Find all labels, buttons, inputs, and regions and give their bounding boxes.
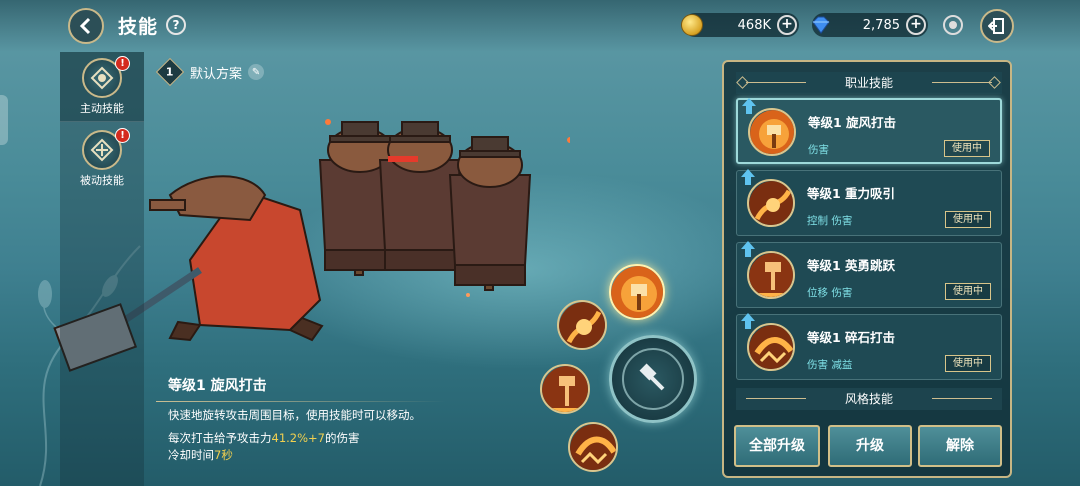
wheel-slot-whirlwind[interactable] <box>609 264 665 320</box>
gold-coin-icon <box>681 14 703 36</box>
gold-amount: 468K <box>737 17 771 33</box>
upgrade-button[interactable]: 升级 <box>828 425 912 467</box>
skill-tags: 伤害 减益 <box>807 359 853 371</box>
back-button[interactable] <box>68 8 104 44</box>
wheel-slot-rock-smash[interactable] <box>568 422 618 472</box>
leap-skill-icon <box>747 251 795 299</box>
settings-icon[interactable] <box>943 15 963 35</box>
tab-label: 主动技能 <box>80 102 124 115</box>
gravity-skill-icon <box>747 179 795 227</box>
page-title: 技能 <box>118 16 159 38</box>
skill-name: 等级1 重力吸引 <box>807 186 896 201</box>
gold-counter: 468K + <box>681 13 799 37</box>
tab-label: 被动技能 <box>80 174 124 187</box>
skill-card-whirlwind[interactable]: 等级1 旋风打击 伤害 使用中 <box>736 98 1002 164</box>
hammer-icon <box>639 363 665 391</box>
upgrade-arrow-icon <box>742 98 756 114</box>
in-use-badge: 使用中 <box>945 355 991 372</box>
skill-name: 等级1 英勇跳跃 <box>807 258 896 273</box>
skill-cooldown-line: 冷却时间7秒 <box>168 448 233 462</box>
upgrade-arrow-icon <box>741 313 755 329</box>
skill-damage-line: 每次打击给予攻击力41.2%+7的伤害 <box>168 431 360 445</box>
basic-attack-button[interactable] <box>609 335 697 423</box>
notification-badge: ! <box>115 56 130 71</box>
skill-card-gravity[interactable]: 等级1 重力吸引 控制 伤害 使用中 <box>736 169 1002 236</box>
upgrade-arrow-icon <box>741 169 755 185</box>
style-skills-header: 风格技能 <box>736 388 1002 410</box>
skill-name: 等级1 旋风打击 <box>808 115 897 130</box>
gem-amount: 2,785 <box>862 17 900 33</box>
skill-category-tabs: ! 主动技能 ! 被动技能 <box>60 52 144 486</box>
skill-description: 等级1 旋风打击 快速地旋转攻击周围目标，使用技能时可以移动。 每次打击给予攻击… <box>150 375 450 464</box>
rock-smash-skill-icon <box>747 323 795 371</box>
in-use-badge: 使用中 <box>945 211 991 228</box>
exit-button[interactable] <box>980 9 1014 43</box>
remove-button[interactable]: 解除 <box>918 425 1002 467</box>
training-dummy <box>378 121 462 271</box>
divider <box>156 401 446 402</box>
skill-summary: 快速地旋转攻击周围目标，使用技能时可以移动。 <box>168 408 421 422</box>
help-button[interactable]: ? <box>166 15 186 35</box>
wheel-slot-gravity[interactable] <box>557 300 607 350</box>
training-dummy <box>448 136 532 291</box>
wheel-center-ring <box>622 348 684 410</box>
rock-smash-skill-icon <box>570 424 616 470</box>
chevron-left-icon <box>79 17 91 35</box>
whirlwind-skill-icon <box>748 108 796 156</box>
pencil-edit-icon[interactable]: ✎ <box>248 64 265 80</box>
skill-list-panel: 职业技能 等级1 旋风打击 伤害 使用中 等级1 重力吸引 控制 伤害 使用中 … <box>722 60 1012 478</box>
wheel-slot-leap[interactable] <box>540 364 590 414</box>
upgrade-all-button[interactable]: 全部升级 <box>734 425 820 467</box>
notification-badge: ! <box>115 128 130 143</box>
preset-number-badge: 1 <box>155 57 185 87</box>
gem-counter: 2,785 + <box>812 13 928 37</box>
skill-card-rock-smash[interactable]: 等级1 碎石打击 伤害 减益 使用中 <box>736 313 1002 380</box>
skill-card-leap[interactable]: 等级1 英勇跳跃 位移 伤害 使用中 <box>736 241 1002 308</box>
tab-active-skills[interactable]: ! 主动技能 <box>60 52 144 122</box>
exit-door-icon <box>988 18 1004 34</box>
left-edge-handle[interactable] <box>0 95 8 145</box>
tab-passive-skills[interactable]: ! 被动技能 <box>60 124 144 194</box>
skill-name: 等级1 碎石打击 <box>807 330 896 345</box>
skill-tags: 伤害 <box>808 144 829 156</box>
blue-gem-icon <box>812 16 830 34</box>
leap-skill-icon <box>542 366 588 412</box>
skill-tags: 控制 伤害 <box>807 215 853 227</box>
add-gems-button[interactable]: + <box>906 15 926 35</box>
class-skills-header: 职业技能 <box>736 72 1002 94</box>
in-use-badge: 使用中 <box>944 140 990 157</box>
upgrade-arrow-icon <box>741 241 755 257</box>
preset-label: 默认方案 <box>190 66 243 82</box>
skill-tags: 位移 伤害 <box>807 287 853 299</box>
preset-selector[interactable]: 1 默认方案 ✎ <box>155 57 265 87</box>
add-gold-button[interactable]: + <box>777 15 797 35</box>
in-use-badge: 使用中 <box>945 283 991 300</box>
top-bar: 技能 ? 468K + 2,785 + <box>0 0 1080 52</box>
skill-description-title: 等级1 旋风打击 <box>168 378 267 394</box>
